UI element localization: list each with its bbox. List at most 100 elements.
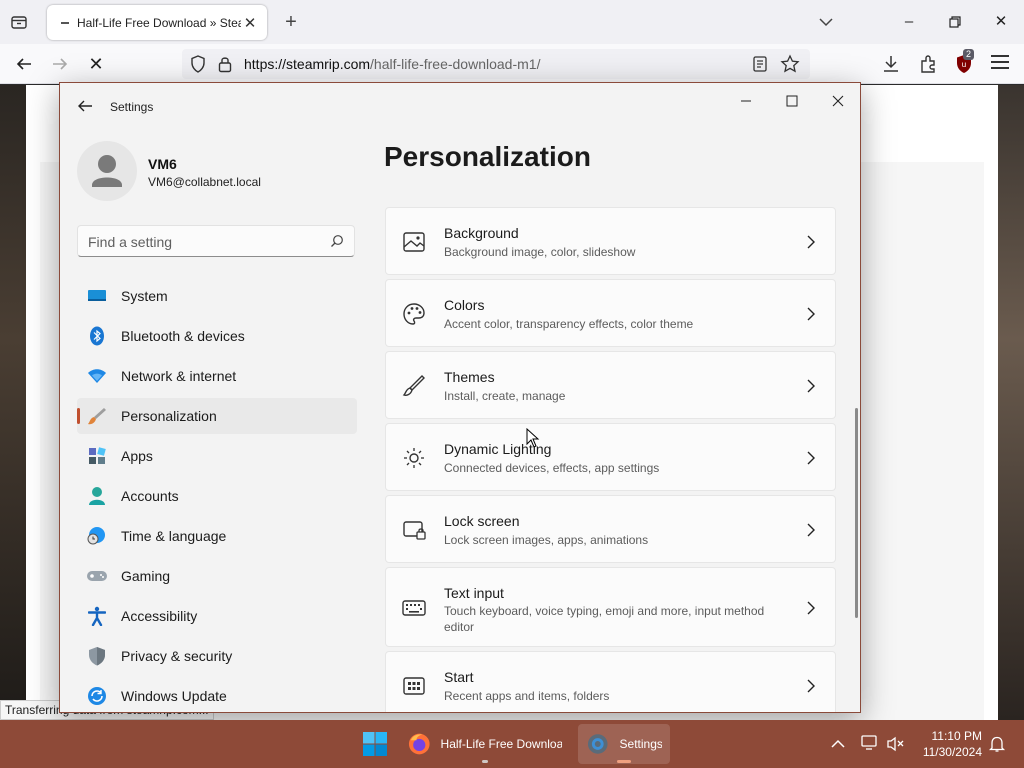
sidebar-item-bluetooth[interactable]: Bluetooth & devices [77, 318, 357, 354]
url-text[interactable]: https://steamrip.com/half-life-free-down… [244, 56, 540, 72]
search-input[interactable] [88, 232, 318, 252]
back-arrow-icon[interactable] [74, 95, 96, 117]
sidebar-item-system[interactable]: System [77, 278, 357, 314]
profile-name: VM6 [148, 156, 177, 172]
search-icon[interactable] [330, 234, 344, 248]
card-text-input[interactable]: Text input Touch keyboard, voice typing,… [385, 567, 836, 647]
brush-icon [86, 405, 108, 427]
card-subtitle: Touch keyboard, voice typing, emoji and … [444, 604, 765, 634]
restore-window-button[interactable] [940, 8, 970, 36]
system-icon [86, 285, 108, 307]
ublock-origin-icon[interactable]: u 2 [955, 49, 975, 74]
clock-time: 11:10 PM [931, 729, 982, 743]
settings-app-title: Settings [110, 100, 154, 114]
settings-minimize-button[interactable] [728, 87, 764, 115]
url-bar[interactable]: https://steamrip.com/half-life-free-down… [182, 49, 810, 79]
lighting-icon [404, 448, 424, 468]
lock-icon[interactable] [218, 55, 232, 73]
ublock-badge: 2 [963, 49, 975, 60]
hamburger-menu-icon[interactable] [991, 55, 1009, 71]
card-start[interactable]: Start Recent apps and items, folders [385, 651, 836, 712]
wifi-icon [86, 365, 108, 387]
card-themes[interactable]: Themes Install, create, manage [385, 351, 836, 419]
tracking-protection-icon[interactable] [190, 55, 206, 73]
settings-window: Settings VM6 VM6@collabnet.local System … [59, 82, 861, 713]
card-subtitle: Connected devices, effects, app settings [444, 461, 660, 475]
close-window-button[interactable]: ✕ [986, 8, 1016, 36]
extensions-icon[interactable] [917, 53, 939, 75]
chevron-right-icon [807, 379, 815, 393]
bookmark-star-icon[interactable] [780, 54, 800, 74]
chevron-right-icon [807, 679, 815, 693]
loading-icon [61, 21, 69, 24]
network-icon[interactable] [860, 734, 880, 752]
keyboard-icon [402, 600, 426, 616]
background-artwork-right [998, 85, 1024, 720]
card-subtitle: Recent apps and items, folders [444, 689, 610, 703]
settings-nav: System Bluetooth & devices Network & int… [77, 278, 357, 712]
apps-icon [86, 445, 108, 467]
chevron-right-icon [807, 601, 815, 615]
content-scrollbar[interactable] [855, 408, 858, 618]
sidebar-item-personalization[interactable]: Personalization [77, 398, 357, 434]
bluetooth-icon [86, 325, 108, 347]
settings-gear-icon [587, 734, 608, 754]
mouse-cursor-icon [526, 428, 540, 448]
sidebar-item-accessibility[interactable]: Accessibility [77, 598, 357, 634]
card-background[interactable]: Background Background image, color, slid… [385, 207, 836, 275]
card-subtitle: Install, create, manage [444, 389, 566, 403]
sidebar-item-network[interactable]: Network & internet [77, 358, 357, 394]
clock-globe-icon [86, 525, 108, 547]
new-tab-button[interactable]: + [280, 10, 302, 34]
list-all-tabs-icon[interactable] [6, 10, 32, 34]
browser-toolbar: ✕ https://steamrip.com/half-life-free-do… [0, 44, 1024, 84]
sidebar-item-apps[interactable]: Apps [77, 438, 357, 474]
browser-tab-title: Half-Life Free Download » Steam [77, 15, 241, 30]
settings-maximize-button[interactable] [774, 87, 810, 115]
sidebar-item-windows-update[interactable]: Windows Update [77, 678, 357, 712]
avatar[interactable] [77, 141, 137, 201]
close-tab-icon[interactable]: ✕ [241, 14, 259, 32]
active-indicator [617, 760, 631, 763]
card-title: Start [444, 669, 474, 685]
chevron-right-icon [807, 523, 815, 537]
accounts-icon [86, 485, 108, 507]
accessibility-icon [86, 605, 108, 627]
volume-muted-icon[interactable] [886, 735, 904, 753]
chevron-down-icon[interactable] [816, 12, 836, 32]
browser-tab[interactable]: Half-Life Free Download » Steam ✕ [47, 5, 267, 40]
taskbar-settings[interactable]: Settings [578, 724, 670, 764]
taskbar-firefox[interactable]: Half-Life Free Download [400, 724, 570, 764]
back-icon[interactable] [10, 50, 38, 78]
forward-icon[interactable] [46, 50, 74, 78]
update-icon [86, 685, 108, 707]
card-colors[interactable]: Colors Accent color, transparency effect… [385, 279, 836, 347]
card-title: Background [444, 225, 519, 241]
taskbar-settings-label: Settings [619, 737, 662, 751]
chevron-right-icon [807, 307, 815, 321]
settings-search-box[interactable] [77, 225, 355, 257]
notification-bell-icon[interactable] [988, 735, 1006, 753]
card-title: Lock screen [444, 513, 520, 529]
windows-start-icon[interactable] [362, 731, 388, 757]
card-subtitle: Background image, color, slideshow [444, 245, 636, 259]
firefox-icon [408, 733, 430, 755]
settings-close-button[interactable] [820, 87, 856, 115]
card-lock-screen[interactable]: Lock screen Lock screen images, apps, an… [385, 495, 836, 563]
card-dynamic-lighting[interactable]: Dynamic Lighting Connected devices, effe… [385, 423, 836, 491]
sidebar-item-time-language[interactable]: Time & language [77, 518, 357, 554]
card-title: Colors [444, 297, 485, 313]
sidebar-item-accounts[interactable]: Accounts [77, 478, 357, 514]
sidebar-item-gaming[interactable]: Gaming [77, 558, 357, 594]
card-title: Themes [444, 369, 495, 385]
svg-text:u: u [962, 60, 966, 69]
show-hidden-icons-chevron-icon[interactable] [830, 736, 846, 752]
downloads-icon[interactable] [880, 53, 902, 75]
clock-date: 11/30/2024 [922, 745, 982, 759]
sidebar-item-privacy[interactable]: Privacy & security [77, 638, 357, 674]
page-title: Personalization [384, 141, 591, 172]
minimize-window-button[interactable]: – [894, 8, 924, 36]
stop-loading-icon[interactable]: ✕ [82, 50, 110, 78]
reader-view-icon[interactable] [752, 56, 768, 72]
system-clock[interactable]: 11:10 PM 11/30/2024 [912, 728, 982, 760]
